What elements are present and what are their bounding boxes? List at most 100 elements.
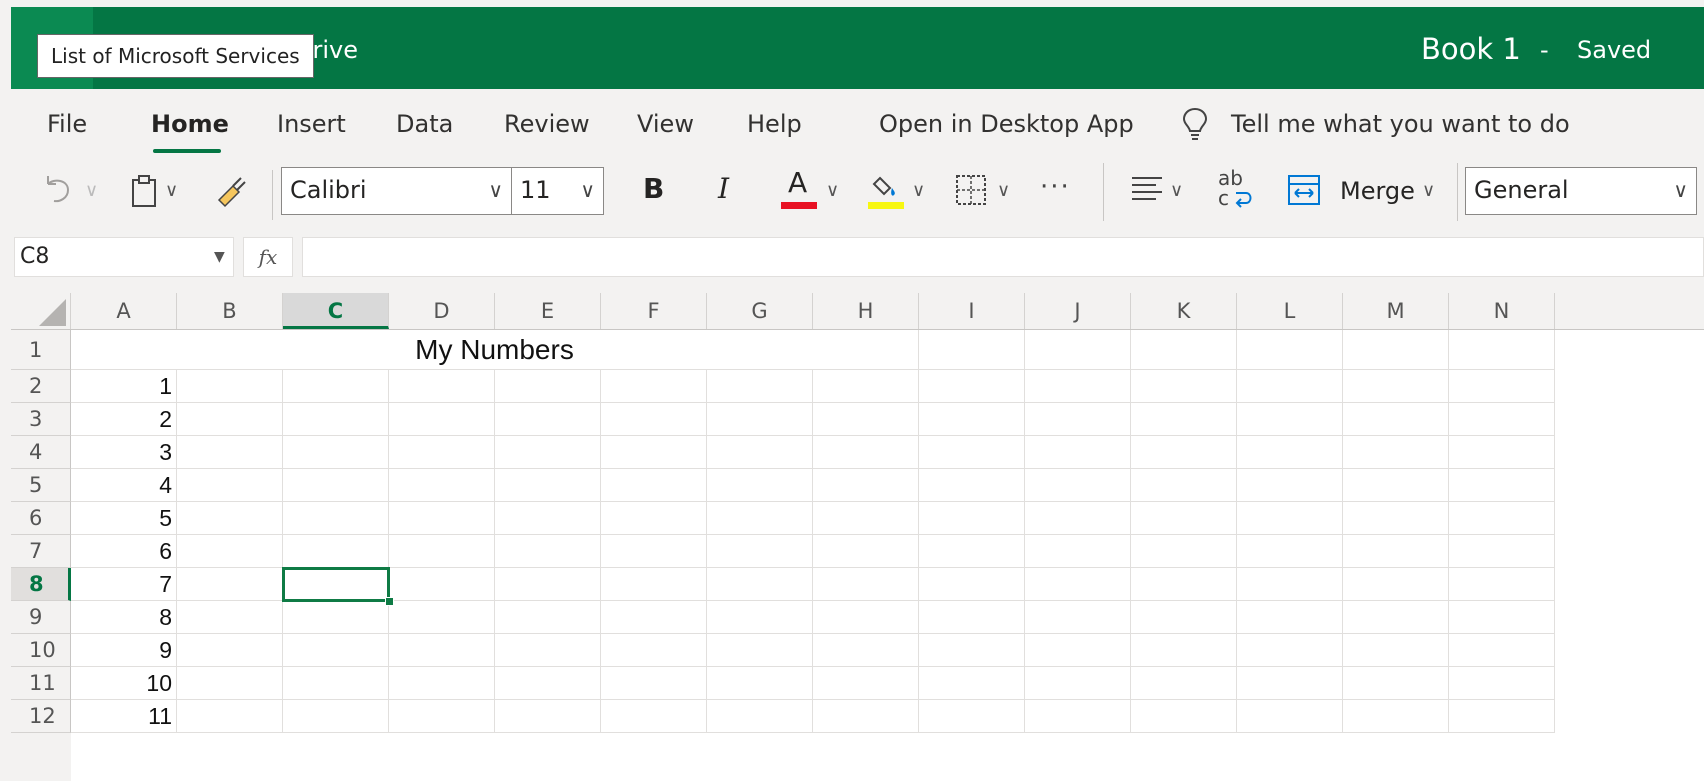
- cell-k11[interactable]: [1131, 667, 1237, 700]
- tab-data[interactable]: Data: [396, 108, 453, 140]
- cell-n5[interactable]: [1449, 469, 1555, 502]
- cell-a3[interactable]: 2: [71, 403, 177, 436]
- cell-e4[interactable]: [495, 436, 601, 469]
- cell-j2[interactable]: [1025, 370, 1131, 403]
- merge-dropdown-icon[interactable]: ∨: [1422, 176, 1435, 206]
- cell-a12[interactable]: 11: [71, 700, 177, 733]
- cell-l4[interactable]: [1237, 436, 1343, 469]
- column-header-i[interactable]: I: [919, 293, 1025, 329]
- cell-m3[interactable]: [1343, 403, 1449, 436]
- cell-i6[interactable]: [919, 502, 1025, 535]
- cell-i4[interactable]: [919, 436, 1025, 469]
- cell-n1[interactable]: [1449, 330, 1555, 370]
- cell-m6[interactable]: [1343, 502, 1449, 535]
- cell-k5[interactable]: [1131, 469, 1237, 502]
- cell-i5[interactable]: [919, 469, 1025, 502]
- cell-c7[interactable]: [283, 535, 389, 568]
- cell-b5[interactable]: [177, 469, 283, 502]
- cell-c11[interactable]: [283, 667, 389, 700]
- cell-d10[interactable]: [389, 634, 495, 667]
- cell-n6[interactable]: [1449, 502, 1555, 535]
- column-header-c[interactable]: C: [283, 293, 389, 329]
- cell-h10[interactable]: [813, 634, 919, 667]
- bold-button[interactable]: B: [643, 174, 664, 204]
- align-dropdown-icon[interactable]: ∨: [1170, 176, 1183, 206]
- cell-h11[interactable]: [813, 667, 919, 700]
- row-header-2[interactable]: 2: [11, 370, 71, 403]
- cell-l8[interactable]: [1237, 568, 1343, 601]
- cell-e5[interactable]: [495, 469, 601, 502]
- row-header-7[interactable]: 7: [11, 535, 71, 568]
- cell-b10[interactable]: [177, 634, 283, 667]
- column-header-j[interactable]: J: [1025, 293, 1131, 329]
- font-color-button[interactable]: A: [788, 168, 807, 198]
- undo-icon[interactable]: [40, 172, 74, 206]
- cell-c9[interactable]: [283, 601, 389, 634]
- tab-review[interactable]: Review: [504, 108, 590, 140]
- column-header-h[interactable]: H: [813, 293, 919, 329]
- chevron-down-icon[interactable]: ▼: [214, 244, 225, 270]
- cell-d5[interactable]: [389, 469, 495, 502]
- cell-h3[interactable]: [813, 403, 919, 436]
- cell-c2[interactable]: [283, 370, 389, 403]
- cell-f5[interactable]: [601, 469, 707, 502]
- cell-d9[interactable]: [389, 601, 495, 634]
- cell-g8[interactable]: [707, 568, 813, 601]
- cell-i12[interactable]: [919, 700, 1025, 733]
- cell-k4[interactable]: [1131, 436, 1237, 469]
- cell-m11[interactable]: [1343, 667, 1449, 700]
- cell-i8[interactable]: [919, 568, 1025, 601]
- cell-m7[interactable]: [1343, 535, 1449, 568]
- cell-i7[interactable]: [919, 535, 1025, 568]
- align-icon[interactable]: [1130, 174, 1164, 206]
- more-options-button[interactable]: ···: [1040, 172, 1071, 202]
- row-header-8[interactable]: 8: [11, 568, 71, 601]
- cell-h9[interactable]: [813, 601, 919, 634]
- clipboard-icon[interactable]: [130, 174, 160, 208]
- cell-b8[interactable]: [177, 568, 283, 601]
- cell-n9[interactable]: [1449, 601, 1555, 634]
- cell-n2[interactable]: [1449, 370, 1555, 403]
- cell-l9[interactable]: [1237, 601, 1343, 634]
- cell-f3[interactable]: [601, 403, 707, 436]
- column-header-b[interactable]: B: [177, 293, 283, 329]
- borders-icon[interactable]: [955, 174, 987, 206]
- cell-j4[interactable]: [1025, 436, 1131, 469]
- column-header-d[interactable]: D: [389, 293, 495, 329]
- cell-l10[interactable]: [1237, 634, 1343, 667]
- cell-j5[interactable]: [1025, 469, 1131, 502]
- row-header-1[interactable]: 1: [11, 330, 71, 370]
- cell-j9[interactable]: [1025, 601, 1131, 634]
- cell-m5[interactable]: [1343, 469, 1449, 502]
- row-header-11[interactable]: 11: [11, 667, 71, 700]
- insert-function-button[interactable]: fx: [243, 237, 293, 277]
- cell-m1[interactable]: [1343, 330, 1449, 370]
- cell-l5[interactable]: [1237, 469, 1343, 502]
- title-cell-a1[interactable]: My Numbers: [71, 330, 919, 370]
- column-header-m[interactable]: M: [1343, 293, 1449, 329]
- cell-n11[interactable]: [1449, 667, 1555, 700]
- cell-h8[interactable]: [813, 568, 919, 601]
- cell-j7[interactable]: [1025, 535, 1131, 568]
- cell-i1[interactable]: [919, 330, 1025, 370]
- cell-a9[interactable]: 8: [71, 601, 177, 634]
- number-format-select[interactable]: General ∨: [1465, 167, 1697, 215]
- workbook-title[interactable]: Book 1: [1421, 30, 1521, 68]
- font-name-select[interactable]: Calibri ∨: [281, 167, 512, 215]
- cell-l2[interactable]: [1237, 370, 1343, 403]
- cell-j11[interactable]: [1025, 667, 1131, 700]
- cell-l11[interactable]: [1237, 667, 1343, 700]
- column-header-n[interactable]: N: [1449, 293, 1555, 329]
- select-all-button[interactable]: [11, 293, 71, 329]
- fill-color-dropdown-icon[interactable]: ∨: [912, 176, 925, 206]
- cell-n4[interactable]: [1449, 436, 1555, 469]
- cell-k12[interactable]: [1131, 700, 1237, 733]
- borders-dropdown-icon[interactable]: ∨: [997, 176, 1010, 206]
- cell-a7[interactable]: 6: [71, 535, 177, 568]
- cell-h5[interactable]: [813, 469, 919, 502]
- font-size-select[interactable]: 11 ∨: [511, 167, 604, 215]
- paintbrush-icon[interactable]: [213, 174, 247, 208]
- tab-file[interactable]: File: [47, 108, 87, 140]
- cell-e3[interactable]: [495, 403, 601, 436]
- cell-a4[interactable]: 3: [71, 436, 177, 469]
